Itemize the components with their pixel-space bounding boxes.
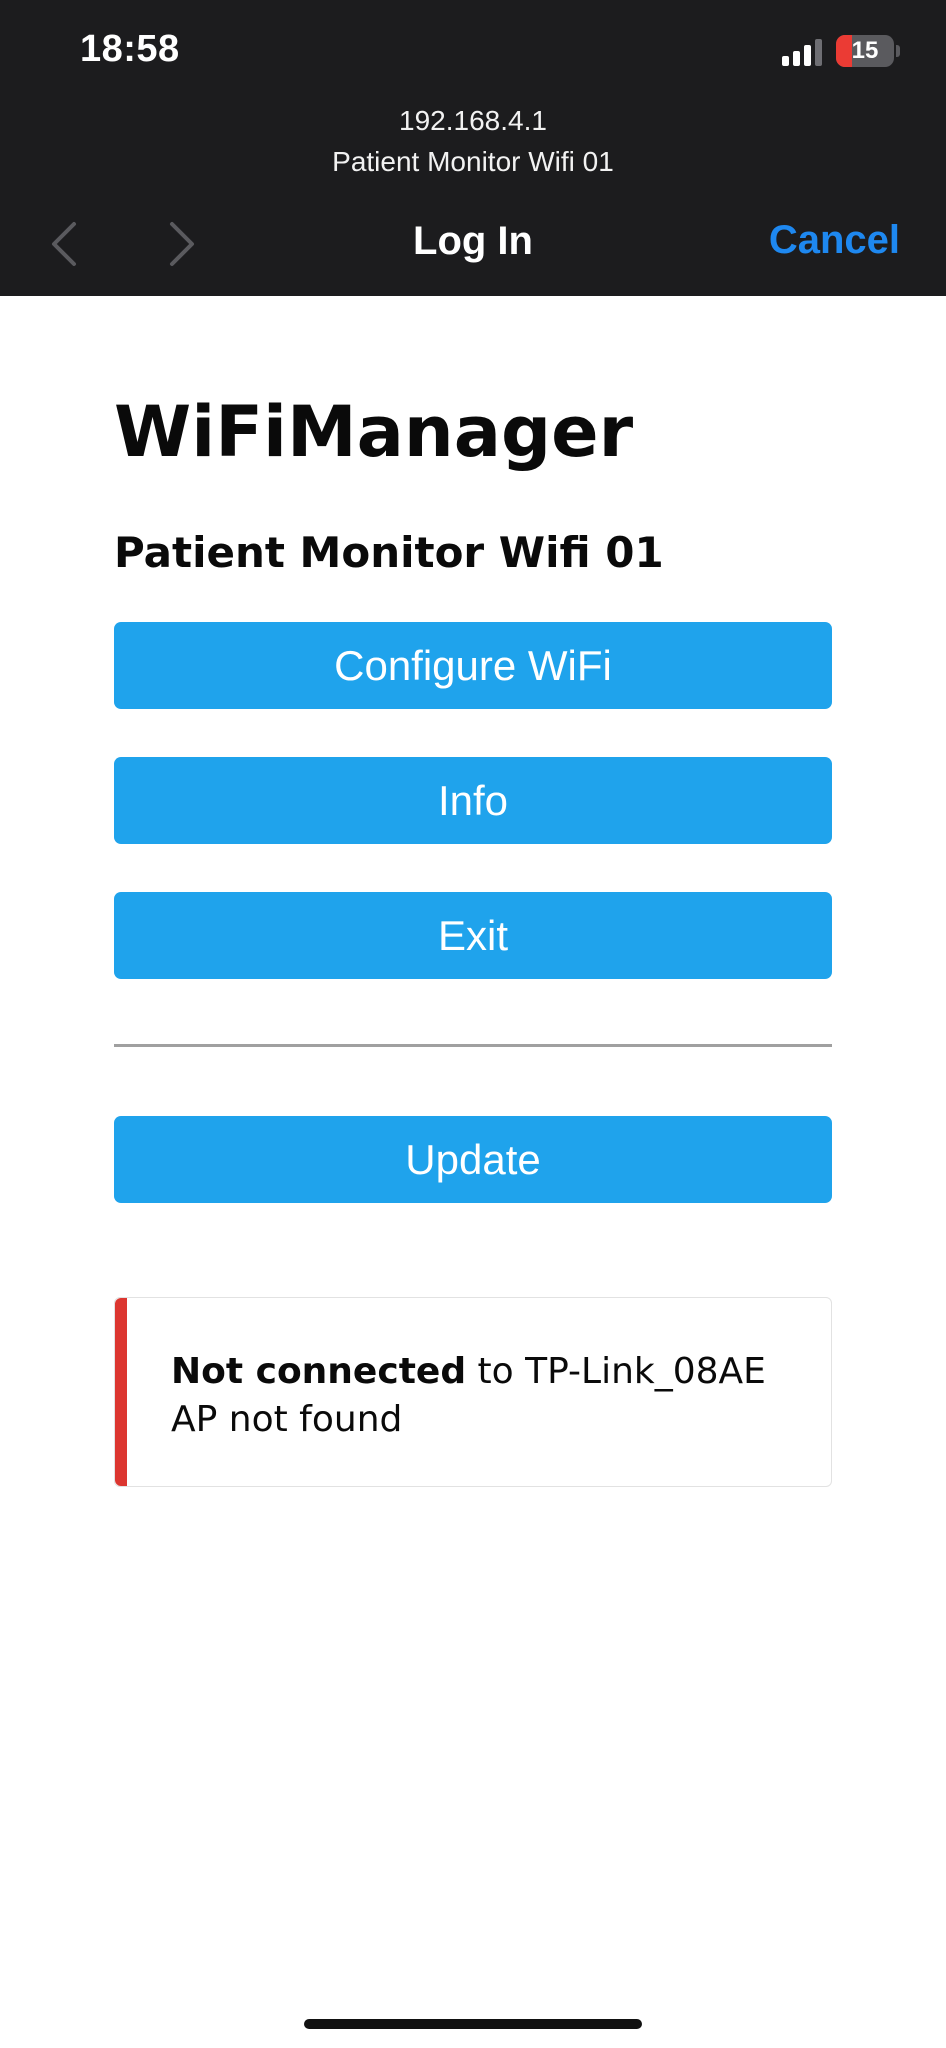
cancel-button[interactable]: Cancel bbox=[769, 218, 900, 263]
update-button[interactable]: Update bbox=[114, 1116, 832, 1203]
cellular-signal-icon bbox=[782, 38, 822, 66]
status-message: Not connected to TP-Link_08AE AP not fou… bbox=[171, 1348, 766, 1444]
exit-button[interactable]: Exit bbox=[114, 892, 832, 979]
configure-wifi-button[interactable]: Configure WiFi bbox=[114, 622, 832, 709]
status-message-box: Not connected to TP-Link_08AE AP not fou… bbox=[114, 1297, 832, 1487]
home-indicator[interactable] bbox=[304, 2019, 642, 2029]
main-content: WiFiManager Patient Monitor Wifi 01 Conf… bbox=[114, 296, 832, 1487]
page-subtitle: Patient Monitor Wifi 01 bbox=[114, 528, 664, 577]
status-message-rest: to TP-Link_08AE bbox=[466, 1351, 766, 1392]
network-name: Patient Monitor Wifi 01 bbox=[332, 146, 614, 177]
info-button[interactable]: Info bbox=[114, 757, 832, 844]
page-url: 192.168.4.1 bbox=[399, 105, 547, 136]
status-time: 18:58 bbox=[80, 28, 180, 70]
divider bbox=[114, 1044, 832, 1047]
page-title: WiFiManager bbox=[114, 391, 634, 473]
battery-level: 15 bbox=[851, 37, 879, 64]
battery-nub bbox=[896, 45, 900, 57]
status-message-line2: AP not found bbox=[171, 1399, 403, 1440]
browser-header: 18:58 15 192.168.4.1 Patient Monitor Wif… bbox=[0, 0, 946, 296]
battery-icon: 15 bbox=[836, 35, 894, 67]
status-message-strong: Not connected bbox=[171, 1351, 467, 1392]
error-accent-bar bbox=[115, 1298, 127, 1486]
